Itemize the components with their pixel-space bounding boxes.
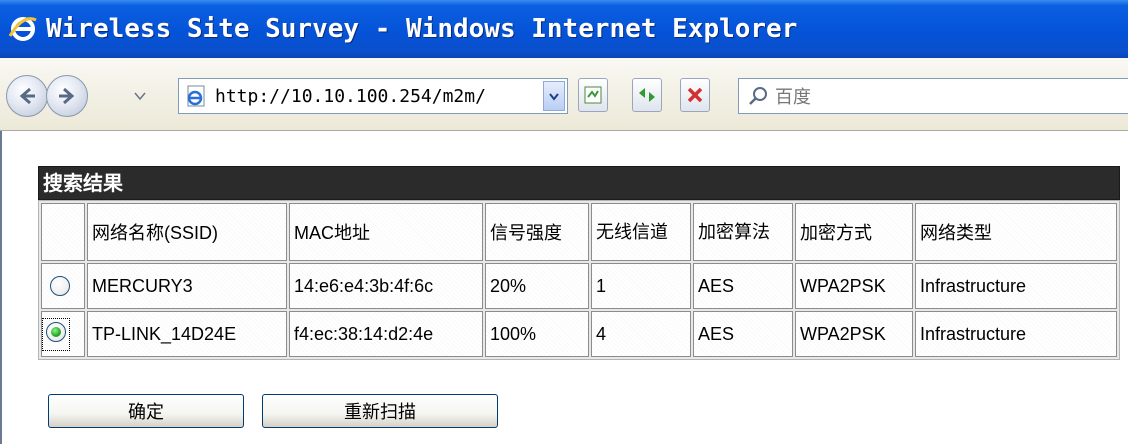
results-table: 网络名称(SSID) MAC地址 信号强度 无线信道 加密算法 加密方式 网络类… xyxy=(38,200,1120,360)
ssid-cell: MERCURY3 xyxy=(87,263,287,309)
forward-icon xyxy=(59,87,75,105)
compat-view-button[interactable] xyxy=(578,78,608,112)
search-icon xyxy=(749,87,767,105)
channel-cell: 4 xyxy=(591,311,691,357)
history-dropdown-icon[interactable] xyxy=(132,88,148,104)
mac-cell: 14:e6:e4:3b:4f:6c xyxy=(289,263,483,309)
network-radio[interactable] xyxy=(50,275,70,296)
column-header-algorithm: 加密算法 xyxy=(693,203,793,261)
auth-cell: WPA2PSK xyxy=(795,311,913,357)
stop-icon xyxy=(687,87,703,103)
back-icon xyxy=(19,87,35,105)
type-cell: Infrastructure xyxy=(915,263,1117,309)
signal-cell: 20% xyxy=(485,263,589,309)
algorithm-cell: AES xyxy=(693,311,793,357)
refresh-icon xyxy=(639,88,655,102)
column-header-type: 网络类型 xyxy=(915,203,1117,261)
mac-cell: f4:ec:38:14:d2:4e xyxy=(289,311,483,357)
search-input[interactable]: 百度 xyxy=(775,83,811,109)
forward-button[interactable] xyxy=(46,75,88,117)
table-header-row: 网络名称(SSID) MAC地址 信号强度 无线信道 加密算法 加密方式 网络类… xyxy=(41,203,1117,261)
refresh-button[interactable] xyxy=(632,78,662,112)
address-bar[interactable]: http://10.10.100.254/m2m/ xyxy=(178,78,568,114)
ie-logo-icon xyxy=(8,17,37,41)
address-dropdown-button[interactable] xyxy=(543,81,565,111)
radio-focus-ring xyxy=(42,317,70,351)
compat-view-icon xyxy=(584,86,602,104)
stop-button[interactable] xyxy=(680,78,710,112)
column-header-signal: 信号强度 xyxy=(485,203,589,261)
window-title: Wireless Site Survey - Windows Internet … xyxy=(46,14,798,44)
ok-button[interactable]: 确定 xyxy=(48,394,244,428)
table-row: TP-LINK_14D24E f4:ec:38:14:d2:4e 100% 4 … xyxy=(41,311,1117,357)
search-box[interactable]: 百度 xyxy=(738,78,1128,114)
network-radio[interactable] xyxy=(46,321,66,342)
address-toolbar: http://10.10.100.254/m2m/ 百度 xyxy=(0,58,1128,131)
column-header-select xyxy=(41,203,85,261)
results-panel: 搜索结果 网络名称(SSID) MAC地址 信号强度 无线信道 加密算法 加密方… xyxy=(38,166,1120,360)
results-title: 搜索结果 xyxy=(38,166,1120,200)
column-header-channel: 无线信道 xyxy=(591,203,691,261)
column-header-ssid: 网络名称(SSID) xyxy=(87,203,287,261)
channel-cell: 1 xyxy=(591,263,691,309)
back-button[interactable] xyxy=(6,75,48,117)
column-header-mac: MAC地址 xyxy=(289,203,483,261)
chevron-down-icon xyxy=(549,93,559,101)
page-icon xyxy=(187,85,205,107)
ssid-cell: TP-LINK_14D24E xyxy=(87,311,287,357)
select-cell xyxy=(41,311,85,357)
type-cell: Infrastructure xyxy=(915,311,1117,357)
rescan-button[interactable]: 重新扫描 xyxy=(262,394,498,428)
signal-cell: 100% xyxy=(485,311,589,357)
table-row: MERCURY3 14:e6:e4:3b:4f:6c 20% 1 AES WPA… xyxy=(41,263,1117,309)
title-bar[interactable]: Wireless Site Survey - Windows Internet … xyxy=(0,0,1128,58)
select-cell xyxy=(41,263,85,309)
algorithm-cell: AES xyxy=(693,263,793,309)
page-content: 搜索结果 网络名称(SSID) MAC地址 信号强度 无线信道 加密算法 加密方… xyxy=(0,131,1128,444)
url-text[interactable]: http://10.10.100.254/m2m/ xyxy=(215,86,543,107)
column-header-auth: 加密方式 xyxy=(795,203,913,261)
auth-cell: WPA2PSK xyxy=(795,263,913,309)
